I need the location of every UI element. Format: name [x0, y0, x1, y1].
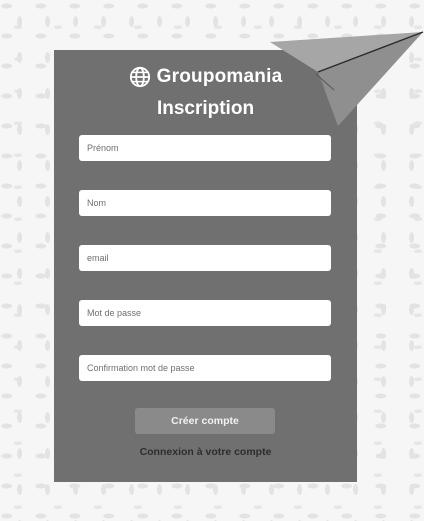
login-link[interactable]: Connexion à votre compte [54, 446, 357, 458]
email-input[interactable] [79, 245, 331, 271]
firstname-input[interactable] [79, 135, 331, 161]
paper-plane-icon [270, 31, 424, 126]
globe-icon [129, 66, 150, 88]
create-account-button[interactable]: Créer compte [135, 408, 275, 434]
password-confirm-input[interactable] [79, 355, 331, 381]
lastname-input[interactable] [79, 190, 331, 216]
password-input[interactable] [79, 300, 331, 326]
brand-name: Groupomania [156, 66, 283, 87]
